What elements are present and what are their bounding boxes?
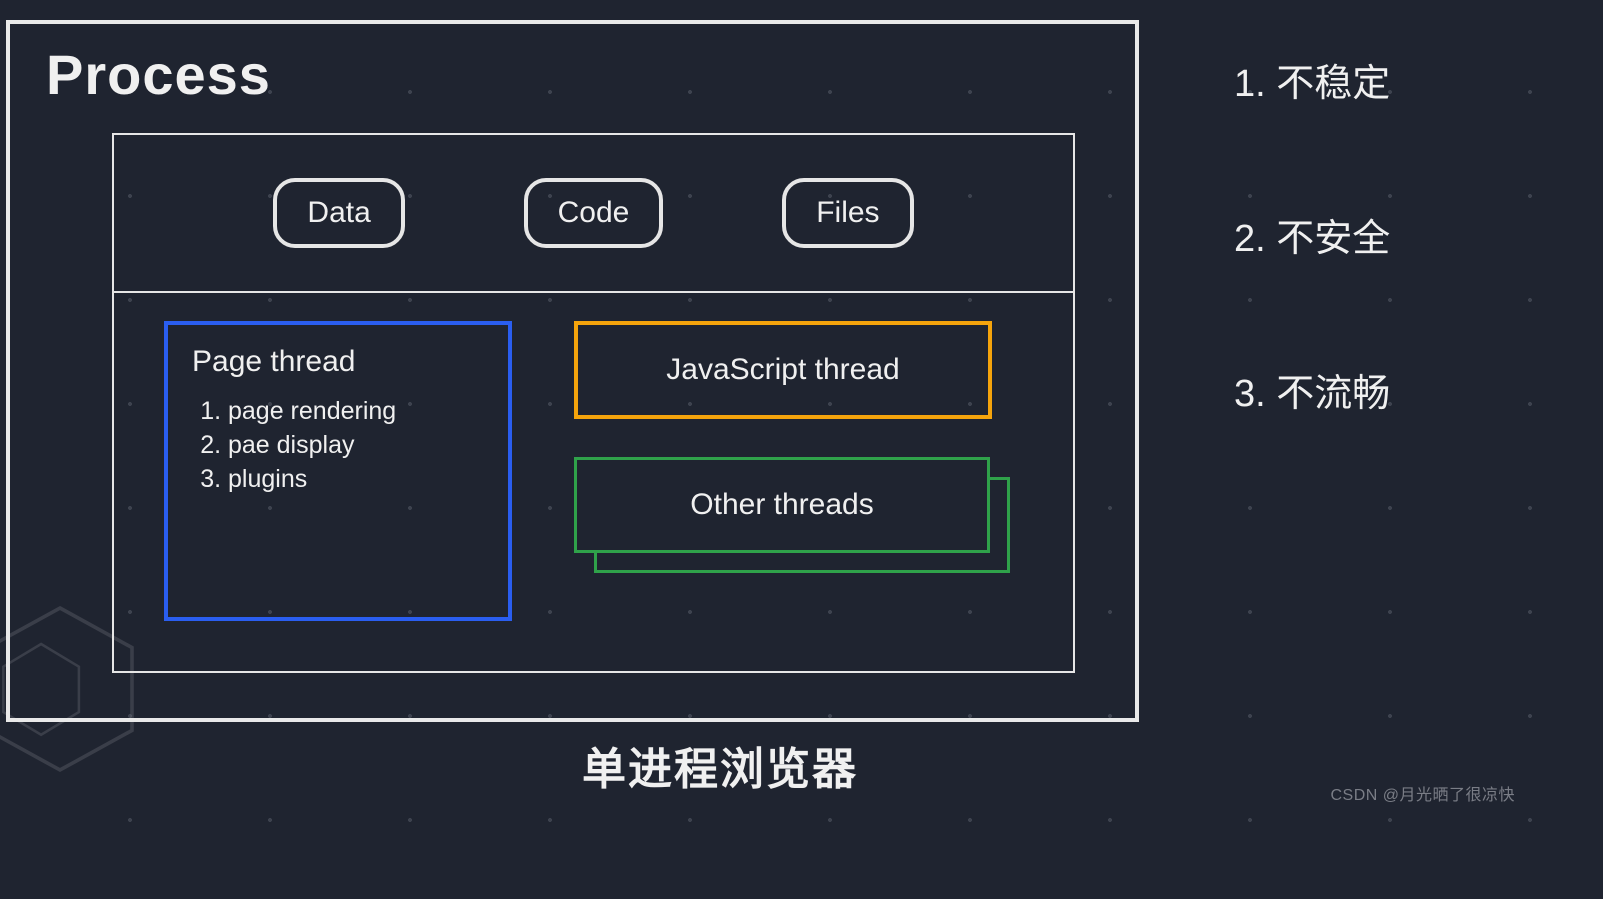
watermark: CSDN @月光晒了很凉快 <box>1330 781 1515 805</box>
right-column: 1. 不稳定 2. 不安全 3. 不流畅 <box>1234 52 1594 517</box>
right-list-item: 2. 不安全 <box>1234 207 1594 262</box>
resource-files: Files <box>782 178 913 248</box>
process-title: Process <box>46 42 1045 107</box>
js-thread-title: JavaScript thread <box>666 353 899 387</box>
js-thread-box: JavaScript thread <box>574 321 992 419</box>
page-thread-box: Page thread page rendering pae display p… <box>164 321 512 621</box>
right-list-item: 3. 不流畅 <box>1234 362 1594 417</box>
right-list-item: 1. 不稳定 <box>1234 52 1594 107</box>
other-threads-title: Other threads <box>690 488 873 522</box>
resource-data: Data <box>273 178 404 248</box>
threads-area: Page thread page rendering pae display p… <box>114 293 1073 669</box>
other-threads-box: Other threads <box>574 457 1010 573</box>
page-thread-list: page rendering pae display plugins <box>192 395 484 496</box>
page-thread-item: pae display <box>228 429 484 463</box>
resource-code: Code <box>524 178 664 248</box>
page-thread-item: plugins <box>228 463 484 497</box>
page-thread-item: page rendering <box>228 395 484 429</box>
page-thread-title: Page thread <box>192 345 484 379</box>
other-threads-front-layer: Other threads <box>574 457 990 553</box>
process-container: Process Data Code Files Page thread page… <box>6 20 1139 722</box>
inner-container: Data Code Files Page thread page renderi… <box>112 133 1075 673</box>
caption: 单进程浏览器 <box>0 733 1440 797</box>
resource-row: Data Code Files <box>114 135 1073 293</box>
